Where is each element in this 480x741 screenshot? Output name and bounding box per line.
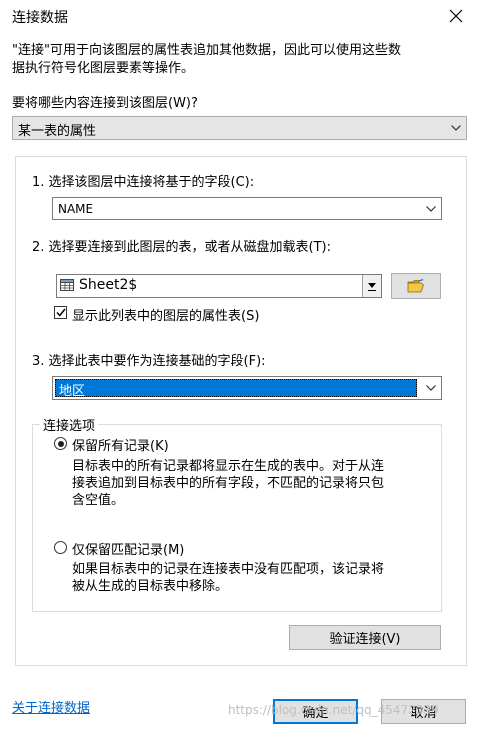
open-folder-icon xyxy=(407,279,424,293)
show-layers-label: 显示此列表中的图层的属性表(S) xyxy=(72,309,260,324)
keep-matching-desc-line: 如果目标表中的记录在连接表中没有匹配项，该记录将 xyxy=(72,562,385,577)
chevron-down-icon xyxy=(426,205,436,212)
step3-label: 3. 选择此表中要作为连接基础的字段(F): xyxy=(32,354,266,369)
about-joins-link[interactable]: 关于连接数据 xyxy=(12,697,90,716)
browse-table-button[interactable] xyxy=(391,273,441,299)
watermark: https://blog.csdn.net/qq_45472339 xyxy=(228,703,439,717)
keep-all-desc-line: 含空值。 xyxy=(72,493,125,508)
join-options-legend: 连接选项 xyxy=(40,415,99,434)
target-field-value: NAME xyxy=(58,202,94,216)
keep-matching-description: 如果目标表中的记录在连接表中没有匹配项，该记录将 被从生成的目标表中移除。 xyxy=(72,561,434,595)
join-what-value: 某一表的属性 xyxy=(18,124,97,139)
keep-all-description: 目标表中的所有记录都将显示在生成的表中。对于从连 接表追加到目标表中的所有字段，… xyxy=(72,458,434,509)
dropdown-arrow-button[interactable] xyxy=(362,275,381,297)
intro-line-1: "连接"可用于向该图层的属性表追加其他数据，因此可以使用这些数 xyxy=(12,43,401,58)
show-layers-checkbox[interactable] xyxy=(54,306,67,319)
join-table-dropdown[interactable]: Sheet2$ xyxy=(56,274,382,298)
chevron-down-icon xyxy=(426,385,436,391)
join-table-value: Sheet2$ xyxy=(79,277,138,293)
step2-label: 2. 选择要连接到此图层的表，或者从磁盘加载表(T): xyxy=(32,240,332,255)
join-what-label: 要将哪些内容连接到该图层(W)? xyxy=(12,96,198,111)
keep-all-label: 保留所有记录(K) xyxy=(72,439,169,454)
check-icon xyxy=(55,308,66,317)
step1-label: 1. 选择该图层中连接将基于的字段(C): xyxy=(32,175,255,190)
window-title: 连接数据 xyxy=(12,10,68,26)
keep-matching-label: 仅保留匹配记录(M) xyxy=(72,543,185,558)
close-button[interactable] xyxy=(442,2,470,30)
keep-all-radio[interactable] xyxy=(54,437,67,450)
keep-all-desc-line: 接表追加到目标表中的所有字段，不匹配的记录将只包 xyxy=(72,476,385,491)
keep-all-desc-line: 目标表中的所有记录都将显示在生成的表中。对于从连 xyxy=(72,459,385,474)
table-icon xyxy=(60,279,74,291)
keep-matching-desc-line: 被从生成的目标表中移除。 xyxy=(72,579,229,594)
intro-line-2: 据执行符号化图层要素等操作。 xyxy=(12,61,195,76)
close-icon xyxy=(449,9,463,23)
join-field-value: 地区 xyxy=(59,384,86,399)
join-field-dropdown[interactable]: 地区 xyxy=(52,376,442,400)
title-bar xyxy=(0,0,480,32)
join-field-selection: 地区 xyxy=(55,379,417,399)
target-field-dropdown[interactable]: NAME xyxy=(52,197,442,220)
join-what-dropdown[interactable]: 某一表的属性 xyxy=(12,116,467,140)
validate-join-button[interactable]: 验证连接(V) xyxy=(289,625,441,650)
keep-matching-radio[interactable] xyxy=(54,541,67,554)
intro-text: "连接"可用于向该图层的属性表追加其他数据，因此可以使用这些数 据执行符号化图层… xyxy=(12,42,467,78)
chevron-down-icon xyxy=(451,125,461,131)
